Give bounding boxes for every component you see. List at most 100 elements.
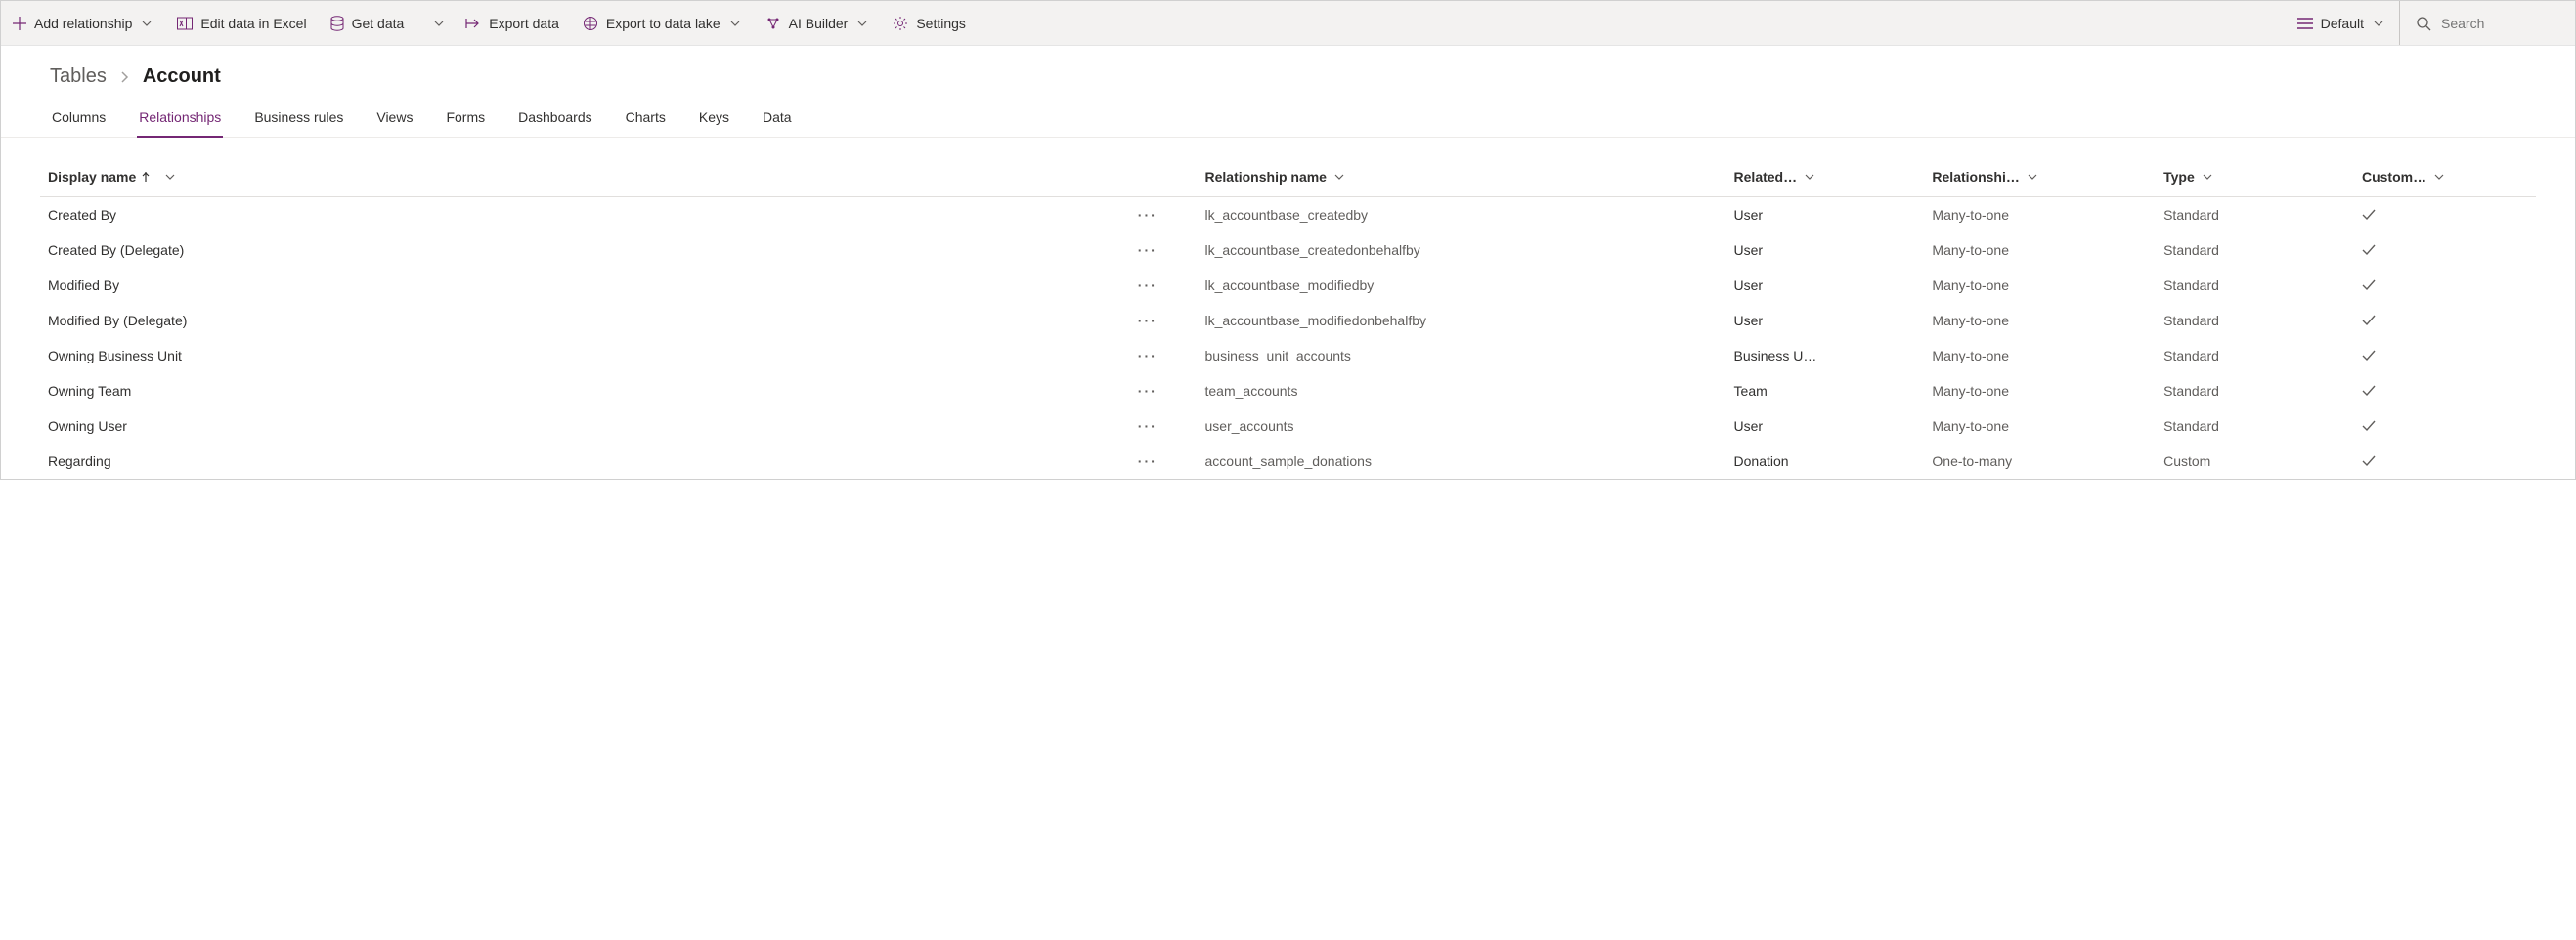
breadcrumb-current: Account bbox=[143, 65, 221, 88]
tab-views[interactable]: Views bbox=[374, 100, 415, 137]
column-header-type[interactable]: Type bbox=[2163, 169, 2346, 185]
more-actions-icon[interactable]: ··· bbox=[1138, 418, 1157, 434]
cell-type: Custom bbox=[2156, 444, 2354, 479]
breadcrumb-parent[interactable]: Tables bbox=[50, 65, 107, 88]
cell-type: Standard bbox=[2156, 233, 2354, 268]
cell-customizable bbox=[2354, 233, 2536, 268]
check-icon bbox=[2362, 244, 2528, 256]
table-row[interactable]: Owning Team···team_accountsTeamMany-to-o… bbox=[40, 373, 2536, 408]
cell-type: Standard bbox=[2156, 197, 2354, 234]
view-label: Default bbox=[2321, 16, 2364, 31]
sort-ascending-icon bbox=[142, 172, 150, 182]
get-data-button[interactable]: Get data bbox=[319, 1, 416, 45]
table-row[interactable]: Regarding···account_sample_donationsDona… bbox=[40, 444, 2536, 479]
chevron-down-icon bbox=[855, 21, 869, 26]
cell-customizable bbox=[2354, 444, 2536, 479]
more-actions-icon[interactable]: ··· bbox=[1138, 348, 1157, 363]
chevron-down-icon bbox=[432, 21, 446, 26]
cell-relationship-name: lk_accountbase_modifiedonbehalfby bbox=[1198, 303, 1726, 338]
settings-label: Settings bbox=[916, 16, 966, 31]
cell-relationship-type: Many-to-one bbox=[1924, 268, 2156, 303]
add-relationship-button[interactable]: Add relationship bbox=[1, 1, 165, 45]
cell-display-name: Created By bbox=[40, 197, 1098, 234]
tabs: Columns Relationships Business rules Views F… bbox=[1, 100, 2575, 138]
get-data-label: Get data bbox=[352, 16, 405, 31]
list-view-icon bbox=[2297, 18, 2313, 29]
tab-columns[interactable]: Columns bbox=[50, 100, 108, 137]
table-row[interactable]: Created By ··· lk_accountbase_createdbyUse… bbox=[40, 197, 2536, 234]
cell-related: User bbox=[1726, 268, 1925, 303]
cell-relationship-name: team_accounts bbox=[1198, 373, 1726, 408]
table-row[interactable]: Owning User···user_accountsUserMany-to-o… bbox=[40, 408, 2536, 444]
cell-customizable bbox=[2354, 408, 2536, 444]
table-row[interactable]: Owning Business Unit···business_unit_acc… bbox=[40, 338, 2536, 373]
cell-relationship-name: lk_accountbase_createdonbehalfby bbox=[1198, 233, 1726, 268]
more-actions-icon[interactable]: ··· bbox=[1138, 453, 1157, 469]
column-header-relationship-name[interactable]: Relationship name bbox=[1205, 169, 1719, 185]
edit-in-excel-label: Edit data in Excel bbox=[200, 16, 306, 31]
edit-data-in-excel-button[interactable]: Edit data in Excel bbox=[165, 1, 318, 45]
cell-type: Standard bbox=[2156, 408, 2354, 444]
cell-customizable bbox=[2354, 197, 2536, 234]
more-actions-icon[interactable]: ··· bbox=[1138, 207, 1157, 223]
chevron-down-icon bbox=[163, 174, 177, 180]
cell-related: Donation bbox=[1726, 444, 1925, 479]
relationships-table: Display name Relationship name bbox=[40, 157, 2536, 479]
search-icon bbox=[2416, 16, 2431, 31]
check-icon bbox=[2362, 315, 2528, 326]
tab-forms[interactable]: Forms bbox=[444, 100, 487, 137]
cell-customizable bbox=[2354, 268, 2536, 303]
search-box[interactable] bbox=[2399, 1, 2575, 45]
cell-relationship-type: Many-to-one bbox=[1924, 233, 2156, 268]
cell-related: Team bbox=[1726, 373, 1925, 408]
breadcrumb: Tables Account bbox=[1, 46, 2575, 100]
cell-display-name: Modified By (Delegate) bbox=[40, 303, 1098, 338]
cell-relationship-type: Many-to-one bbox=[1924, 408, 2156, 444]
check-icon bbox=[2362, 279, 2528, 291]
settings-button[interactable]: Settings bbox=[881, 1, 978, 45]
tab-dashboards[interactable]: Dashboards bbox=[516, 100, 594, 137]
column-header-display-name[interactable]: Display name bbox=[48, 169, 1090, 185]
export-data-button[interactable]: Export data bbox=[454, 1, 571, 45]
cell-related: User bbox=[1726, 197, 1925, 234]
tab-business-rules[interactable]: Business rules bbox=[252, 100, 345, 137]
cell-customizable bbox=[2354, 373, 2536, 408]
column-header-customizable[interactable]: Custom… bbox=[2362, 169, 2528, 185]
add-relationship-label: Add relationship bbox=[34, 16, 132, 31]
more-actions-icon[interactable]: ··· bbox=[1138, 383, 1157, 399]
chevron-down-icon bbox=[140, 21, 153, 26]
check-icon bbox=[2362, 420, 2528, 432]
chevron-down-icon bbox=[2372, 21, 2385, 26]
cell-display-name: Modified By bbox=[40, 268, 1098, 303]
tab-data[interactable]: Data bbox=[761, 100, 794, 137]
cell-relationship-type: Many-to-one bbox=[1924, 303, 2156, 338]
tab-relationships[interactable]: Relationships bbox=[137, 100, 223, 137]
more-actions-icon[interactable]: ··· bbox=[1138, 313, 1157, 328]
chevron-down-icon bbox=[2026, 174, 2039, 180]
tab-keys[interactable]: Keys bbox=[697, 100, 731, 137]
chevron-down-icon bbox=[1332, 174, 1346, 180]
column-header-relationship-type[interactable]: Relationshi… bbox=[1932, 169, 2148, 185]
more-actions-icon[interactable]: ··· bbox=[1138, 242, 1157, 258]
table-row[interactable]: Modified By ··· lk_accountbase_modifiedbyU… bbox=[40, 268, 2536, 303]
cell-type: Standard bbox=[2156, 303, 2354, 338]
cell-related: User bbox=[1726, 408, 1925, 444]
tab-charts[interactable]: Charts bbox=[624, 100, 668, 137]
get-data-chevron[interactable] bbox=[424, 1, 454, 45]
cell-related: User bbox=[1726, 233, 1925, 268]
chevron-down-icon bbox=[1803, 174, 1816, 180]
search-input[interactable] bbox=[2441, 16, 2558, 31]
column-header-related[interactable]: Related… bbox=[1734, 169, 1917, 185]
ai-builder-button[interactable]: AI Builder bbox=[754, 1, 882, 45]
more-actions-icon[interactable]: ··· bbox=[1138, 278, 1157, 293]
table-row[interactable]: Created By (Delegate)···lk_accountbase_c… bbox=[40, 233, 2536, 268]
export-to-data-lake-button[interactable]: Export to data lake bbox=[571, 1, 754, 45]
cell-relationship-type: Many-to-one bbox=[1924, 197, 2156, 234]
cell-relationship-name: lk_accountbase_modifiedby bbox=[1198, 268, 1726, 303]
cell-relationship-name: lk_accountbase_createdby bbox=[1198, 197, 1726, 234]
cell-related: Business U… bbox=[1726, 338, 1925, 373]
command-bar: Add relationship Edit data in Excel Get … bbox=[1, 1, 2575, 46]
table-row[interactable]: Modified By (Delegate) ··· lk_accountbase_… bbox=[40, 303, 2536, 338]
cell-relationship-type: Many-to-one bbox=[1924, 338, 2156, 373]
view-switcher[interactable]: Default bbox=[2284, 1, 2399, 45]
